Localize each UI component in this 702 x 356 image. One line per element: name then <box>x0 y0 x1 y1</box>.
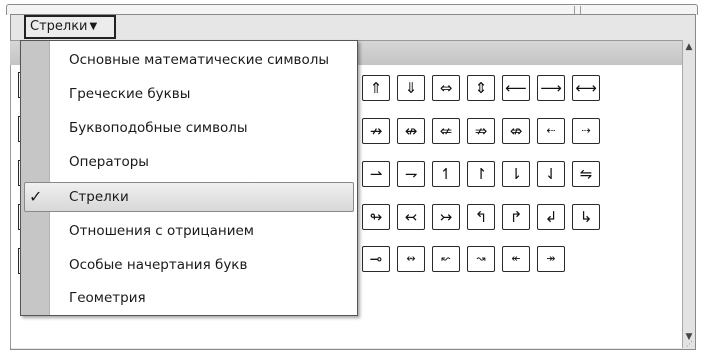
symbol-button[interactable]: ↳ <box>572 204 600 230</box>
symbol-button[interactable]: ⟵ <box>502 75 530 101</box>
menu-item-label: Стрелки <box>69 189 129 205</box>
symbol-button[interactable]: ↣ <box>432 204 460 230</box>
menu-item-arrows[interactable]: ✓ Стрелки <box>21 180 357 214</box>
symbol-button[interactable]: ⇓ <box>397 75 425 101</box>
symbol-button[interactable]: ⇃ <box>537 161 565 187</box>
symbol-button[interactable]: ↠ <box>537 246 565 272</box>
menu-item-label: Основные математические символы <box>69 52 330 68</box>
menu-item-geometry[interactable]: Геометрия <box>21 281 357 315</box>
symbol-button[interactable]: ↭ <box>397 246 425 272</box>
symbol-button[interactable]: ↢ <box>397 204 425 230</box>
symbol-button[interactable]: ⇍ <box>432 118 460 144</box>
symbol-button[interactable]: ⇂ <box>502 161 530 187</box>
symbol-button[interactable]: ⇋ <box>572 161 600 187</box>
symbol-button[interactable]: ⇁ <box>397 161 425 187</box>
symbol-button[interactable]: ⊸ <box>362 246 390 272</box>
category-dropdown[interactable]: Стрелки ▼ <box>24 15 116 39</box>
checkmark-icon: ✓ <box>29 187 43 206</box>
symbol-button[interactable]: ⟶ <box>537 75 565 101</box>
symbol-button[interactable]: ⟷ <box>572 75 600 101</box>
symbol-button[interactable]: ↿ <box>432 161 460 187</box>
tab-divider <box>574 6 575 14</box>
vertical-scrollbar[interactable]: ▲ ▼ <box>682 40 695 348</box>
symbol-button[interactable]: ↾ <box>467 161 495 187</box>
menu-item-label: Отношения с отрицанием <box>69 223 254 239</box>
symbol-button[interactable]: ⇑ <box>362 75 390 101</box>
resize-grip-icon[interactable]: ⋰ <box>686 340 693 348</box>
symbol-button[interactable]: ↞ <box>502 246 530 272</box>
symbol-button[interactable]: ⇕ <box>467 75 495 101</box>
dropdown-caret-icon: ▼ <box>89 21 98 32</box>
category-menu: Основные математические символы Гречески… <box>20 40 358 316</box>
menu-item-label: Греческие буквы <box>69 86 191 102</box>
symbol-button[interactable]: ⇀ <box>362 161 390 187</box>
symbol-button[interactable]: ↛ <box>362 118 390 144</box>
menu-item-letter-like[interactable]: Буквоподобные символы <box>21 111 357 145</box>
menu-item-label: Операторы <box>69 154 149 170</box>
menu-item-operators[interactable]: Операторы <box>21 145 357 179</box>
symbol-button[interactable]: ↲ <box>537 204 565 230</box>
symbol-button[interactable]: ↮ <box>397 118 425 144</box>
tab-divider <box>580 6 581 14</box>
menu-item-scripts[interactable]: Особые начертания букв <box>21 248 357 282</box>
menu-item-label: Геометрия <box>69 290 146 306</box>
menu-item-basic-math[interactable]: Основные математические символы <box>21 43 357 77</box>
menu-item-label: Особые начертания букв <box>69 257 248 273</box>
symbol-button[interactable]: ⇎ <box>502 118 530 144</box>
symbol-button[interactable]: ⇠ <box>537 118 565 144</box>
symbol-button[interactable]: ↝ <box>467 246 495 272</box>
dropdown-label: Стрелки <box>30 19 88 34</box>
symbol-button[interactable]: ↰ <box>467 204 495 230</box>
symbol-button[interactable]: ⇢ <box>572 118 600 144</box>
symbol-button[interactable]: ↬ <box>362 204 390 230</box>
symbol-button[interactable]: ⇔ <box>432 75 460 101</box>
menu-item-greek-letters[interactable]: Греческие буквы <box>21 77 357 111</box>
menu-item-negated-relations[interactable]: Отношения с отрицанием <box>21 214 357 248</box>
symbol-button[interactable]: ⇏ <box>467 118 495 144</box>
menu-item-label: Буквоподобные символы <box>69 120 248 136</box>
symbol-button[interactable]: ↱ <box>502 204 530 230</box>
symbol-button[interactable]: ↜ <box>432 246 460 272</box>
scroll-up-icon[interactable]: ▲ <box>683 40 695 54</box>
